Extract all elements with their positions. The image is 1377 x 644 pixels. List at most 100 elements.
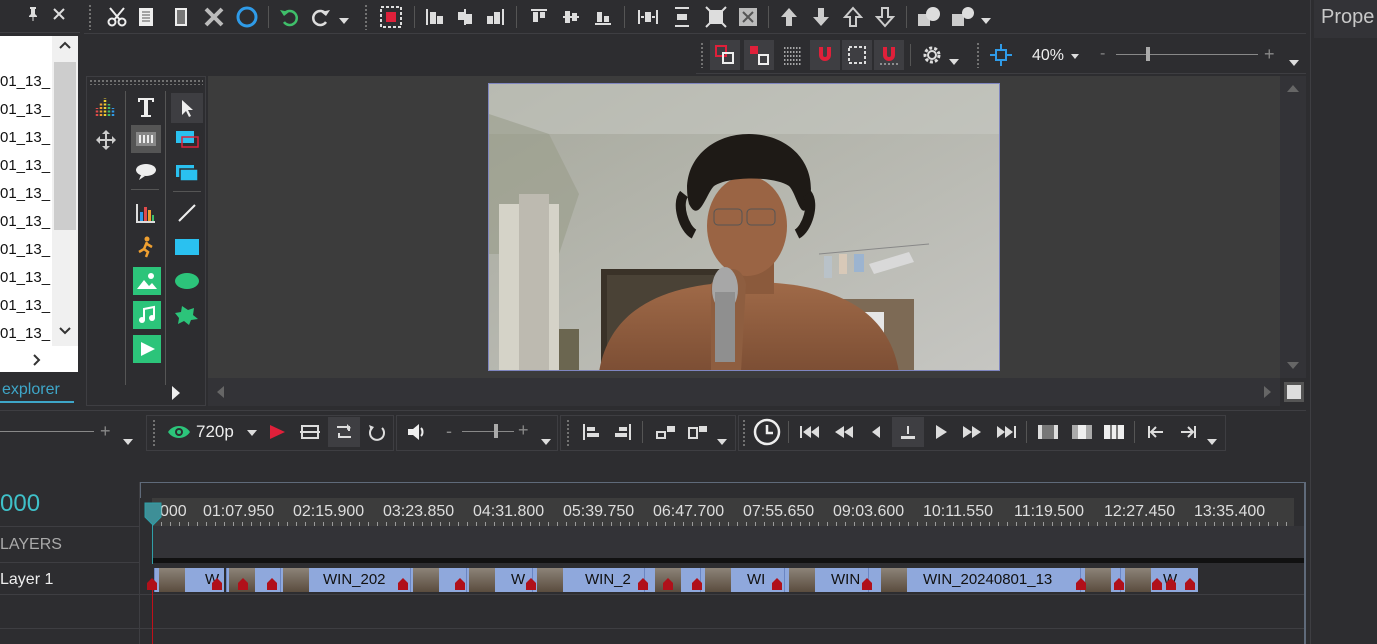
rewind-icon[interactable] [830, 419, 858, 445]
panel-grip[interactable] [89, 79, 203, 85]
cut-icon[interactable] [104, 3, 130, 31]
safe-area-icon[interactable] [842, 40, 872, 70]
dropdown-arrow-icon[interactable] [980, 14, 992, 28]
layer-track[interactable]: W WIN_202 W WIN_2 WI WIN WIN_20240801_13… [147, 563, 1306, 593]
list-item[interactable]: 01_13_ [0, 180, 52, 208]
align-top-icon[interactable] [526, 3, 552, 31]
previous-marker-icon[interactable] [1142, 419, 1170, 445]
chevron-up-icon[interactable] [1287, 84, 1299, 92]
list-item[interactable]: 01_13_ [0, 124, 52, 152]
line-tool-icon[interactable] [171, 199, 203, 227]
align-center-icon[interactable] [452, 3, 478, 31]
layer-stack-icon[interactable] [171, 159, 203, 187]
clip-marker-icon[interactable] [238, 578, 248, 590]
tab-explorer[interactable]: explorer [0, 376, 74, 403]
freeform-shape-icon[interactable] [171, 301, 203, 329]
resolution-dropdown-icon[interactable] [246, 429, 258, 437]
clip-marker-icon[interactable] [455, 578, 465, 590]
dropdown-arrow-icon[interactable] [1288, 58, 1300, 68]
zoom-value[interactable]: 40% [1032, 47, 1064, 65]
timeline-zoom-in-button[interactable]: + [100, 421, 111, 442]
select-arrow-icon[interactable] [171, 93, 203, 123]
stop-icon[interactable] [892, 417, 924, 447]
grid-icon[interactable] [778, 40, 808, 70]
preview-vertical-scrollbar[interactable] [1280, 76, 1306, 378]
send-backward-icon[interactable] [808, 3, 834, 31]
music-icon[interactable] [133, 301, 161, 329]
list-item[interactable]: 01_13_ [0, 68, 52, 96]
dropdown-arrow-icon[interactable] [122, 437, 134, 447]
list-item[interactable]: 01_13_ [0, 236, 52, 264]
copy-icon[interactable] [134, 3, 160, 31]
layer-name[interactable]: Layer 1 [0, 571, 53, 589]
video-clip[interactable]: WIN_202 [280, 568, 410, 592]
next-marker-icon[interactable] [1174, 419, 1202, 445]
clip-marker-icon[interactable] [1166, 578, 1176, 590]
dropdown-arrow-icon[interactable] [338, 14, 350, 28]
ungroup-icon[interactable] [948, 3, 978, 31]
zoom-slider-thumb[interactable] [1146, 47, 1150, 61]
video-clip[interactable]: W [466, 568, 532, 592]
clip-marker-icon[interactable] [147, 578, 157, 590]
audio-spectrum-icon[interactable] [91, 93, 121, 121]
clip-marker-icon[interactable] [267, 578, 277, 590]
video-clip[interactable]: WIN [784, 568, 868, 592]
video-preview[interactable] [488, 83, 1000, 371]
mark-in-icon[interactable] [1034, 419, 1062, 445]
clip-marker-icon[interactable] [638, 578, 648, 590]
time-readout[interactable]: 000 [0, 490, 40, 518]
chevron-down-icon[interactable] [1287, 362, 1299, 370]
rectangle-tool-icon[interactable] [171, 233, 203, 261]
volume-icon[interactable] [404, 419, 430, 445]
chevron-right-icon[interactable] [32, 353, 42, 367]
video-clip[interactable]: WIN_20240801_13 [868, 568, 1080, 592]
record-circle-icon[interactable] [232, 3, 262, 31]
go-to-start-icon[interactable] [796, 419, 824, 445]
align-bottom-icon[interactable] [590, 3, 616, 31]
chevron-up-icon[interactable] [58, 40, 72, 50]
send-to-back-icon[interactable] [872, 3, 898, 31]
volume-slider[interactable] [462, 431, 514, 432]
pin-icon[interactable] [26, 6, 40, 22]
play-from-start-icon[interactable] [266, 421, 288, 443]
paste-icon[interactable] [168, 3, 194, 31]
group-icon[interactable] [914, 3, 944, 31]
align-clips-right-icon[interactable] [610, 419, 636, 445]
video-clip[interactable]: WIN_2 [532, 568, 644, 592]
video-icon[interactable] [133, 335, 161, 363]
close-icon[interactable] [52, 7, 66, 21]
list-item[interactable]: 01_13_ [0, 96, 52, 124]
resolution-select[interactable]: 720p [196, 422, 234, 442]
list-item[interactable]: 01_13_ [0, 320, 52, 348]
undo-icon[interactable] [276, 3, 302, 31]
eye-icon[interactable] [166, 421, 192, 443]
scroll-corner-button[interactable] [1284, 382, 1304, 402]
magnet-guides-icon[interactable] [874, 40, 904, 70]
ellipse-tool-icon[interactable] [171, 267, 203, 295]
snap-icon[interactable] [710, 40, 740, 70]
gear-icon[interactable] [918, 40, 946, 70]
distribute-horizontal-icon[interactable] [634, 3, 662, 31]
clip-marker-icon[interactable] [398, 578, 408, 590]
clip-marker-icon[interactable] [663, 578, 673, 590]
fast-forward-icon[interactable] [958, 419, 986, 445]
clip-marker-icon[interactable] [772, 578, 782, 590]
play-icon[interactable] [928, 419, 954, 445]
toolbar-grip[interactable] [88, 4, 92, 30]
speech-bubble-icon[interactable] [131, 157, 161, 185]
split-clip-icon[interactable] [652, 419, 680, 445]
align-right-icon[interactable] [482, 3, 508, 31]
dropdown-arrow-icon[interactable] [948, 56, 960, 68]
select-all-icon[interactable] [376, 2, 406, 32]
zoom-slider[interactable] [1116, 54, 1258, 55]
list-item[interactable]: 01_13_ [0, 208, 52, 236]
repeat-icon[interactable] [364, 419, 390, 445]
volume-down-button[interactable]: - [446, 421, 452, 442]
loop-icon[interactable] [328, 417, 360, 447]
dropdown-arrow-icon[interactable] [540, 437, 552, 447]
fit-frame-icon[interactable] [296, 419, 324, 445]
properties-tab-label[interactable]: Prope [1321, 6, 1374, 29]
align-left-icon[interactable] [422, 3, 448, 31]
chevron-down-icon[interactable] [58, 326, 72, 336]
zoom-dropdown-icon[interactable] [1070, 52, 1080, 60]
